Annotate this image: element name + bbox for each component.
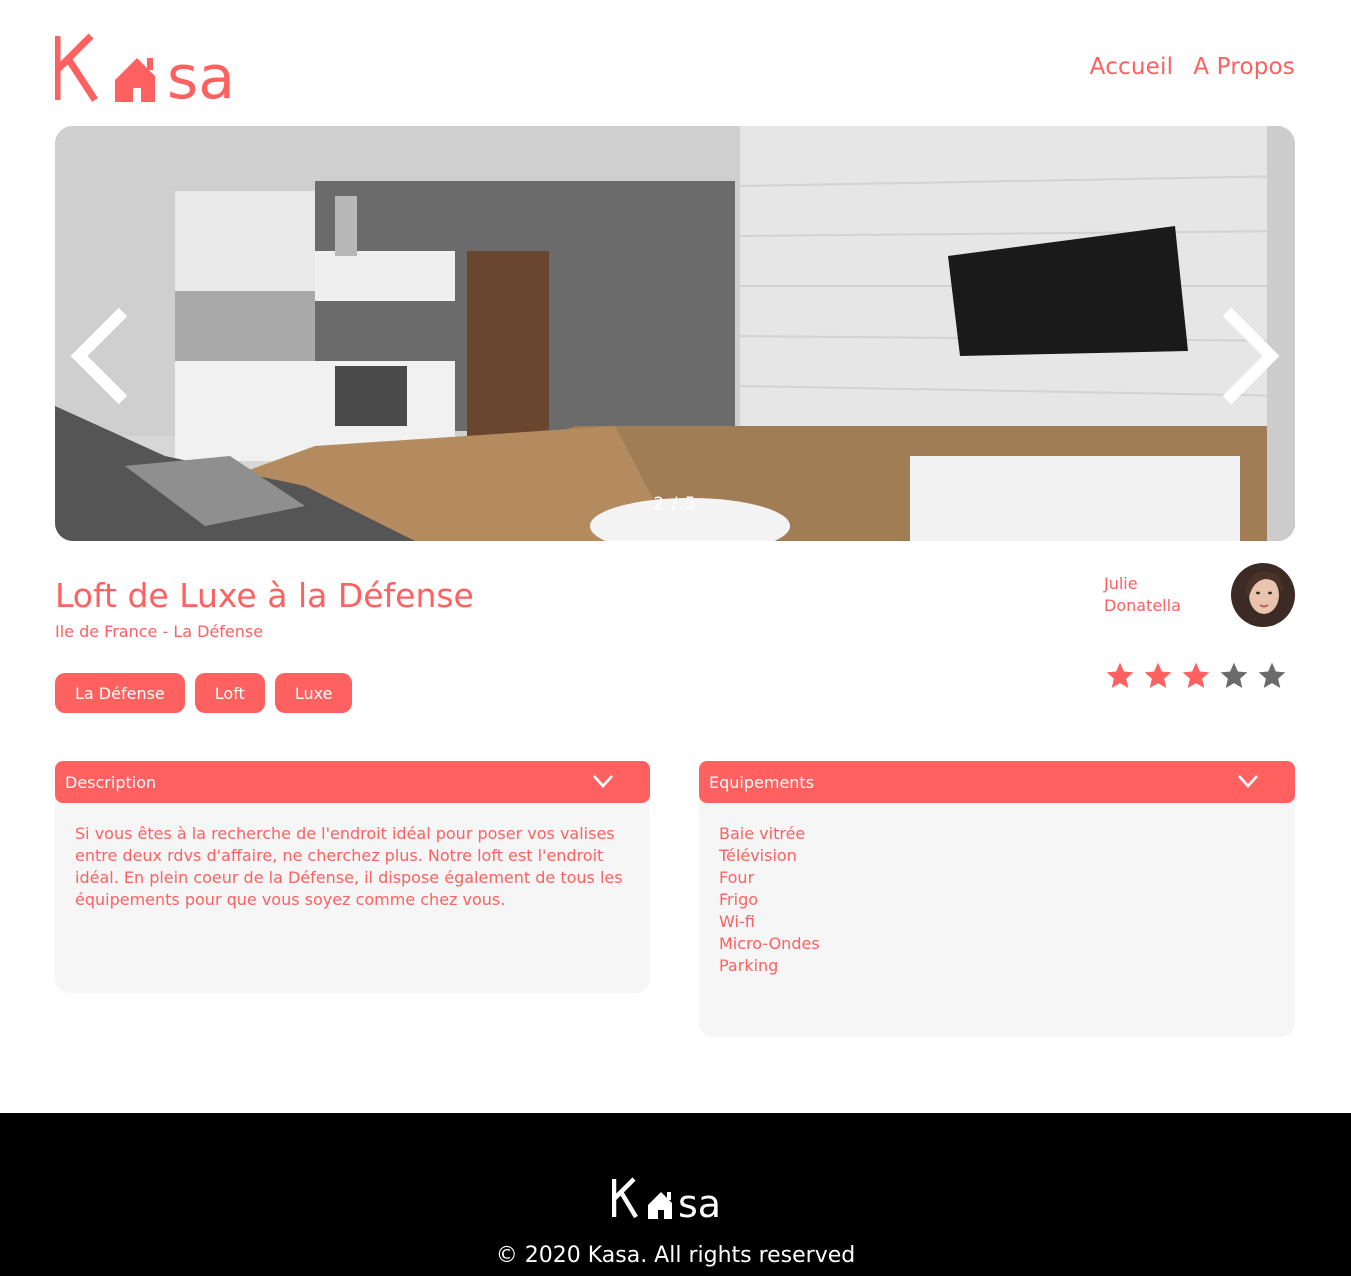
description-collapse: Description Si vous êtes à la recherche … — [55, 761, 650, 993]
photo-carousel: 2 / 5 — [55, 126, 1295, 541]
list-item: Parking — [719, 956, 779, 975]
listing-title: Loft de Luxe à la Défense — [55, 576, 474, 615]
kasa-footer-logo: sa — [612, 1177, 721, 1221]
description-text: Si vous êtes à la recherche de l'endroit… — [75, 824, 623, 909]
equipments-body: Baie vitrée Télévision Four Frigo Wi-fi … — [699, 797, 1295, 1037]
list-item: Four — [719, 868, 755, 887]
tag: Loft — [194, 673, 265, 713]
tag: La Défense — [55, 673, 185, 713]
list-item: Baie vitrée — [719, 824, 806, 843]
nav-link-accueil[interactable]: Accueil — [1090, 54, 1174, 80]
star-rating — [1104, 660, 1288, 692]
tag-list: La Défense Loft Luxe — [55, 673, 353, 713]
listing-location: Ile de France - La Défense — [55, 622, 264, 641]
svg-text:sa: sa — [167, 43, 235, 104]
apartment-photo — [55, 126, 1295, 541]
description-title: Description — [65, 772, 157, 792]
slide-counter: 2 / 5 — [653, 494, 697, 514]
equipments-collapse-header[interactable]: Equipements — [699, 761, 1295, 803]
chevron-down-icon[interactable] — [592, 773, 614, 791]
list-item: Micro-Ondes — [719, 934, 820, 953]
equipments-title: Equipements — [709, 772, 815, 792]
host-last-name: Donatella — [1104, 596, 1181, 615]
previous-arrow-icon[interactable] — [69, 306, 131, 406]
site-header: sa Accueil A Propos — [55, 30, 1295, 105]
svg-text:sa: sa — [678, 1182, 721, 1221]
site-footer: sa © 2020 Kasa. All rights reserved — [0, 1113, 1351, 1276]
nav-link-a-propos[interactable]: A Propos — [1193, 54, 1295, 80]
host-first-name: Julie — [1104, 574, 1138, 593]
star-icon-empty — [1220, 662, 1248, 688]
kasa-logo[interactable]: sa — [55, 32, 267, 104]
list-item: Télévision — [719, 846, 797, 865]
host-info: Julie Donatella — [1104, 563, 1295, 627]
host-name: Julie Donatella — [1104, 573, 1181, 617]
tag: Luxe — [274, 673, 353, 713]
list-item: Frigo — [719, 890, 759, 909]
equipments-collapse: Equipements Baie vitrée Télévision Four … — [699, 761, 1295, 1037]
description-collapse-header[interactable]: Description — [55, 761, 650, 803]
star-icon-filled — [1106, 662, 1134, 688]
chevron-down-icon[interactable] — [1237, 773, 1259, 791]
main-nav: Accueil A Propos — [1090, 54, 1295, 80]
next-arrow-icon[interactable] — [1219, 306, 1281, 406]
star-icon-filled — [1144, 662, 1172, 688]
description-body: Si vous êtes à la recherche de l'endroit… — [55, 797, 650, 993]
list-item: Wi-fi — [719, 912, 755, 931]
star-icon-empty — [1258, 662, 1286, 688]
star-icon-filled — [1182, 662, 1210, 688]
equipment-list: Baie vitrée Télévision Four Frigo Wi-fi … — [719, 823, 1275, 977]
host-avatar — [1231, 563, 1295, 627]
copyright-text: © 2020 Kasa. All rights reserved — [495, 1243, 856, 1268]
